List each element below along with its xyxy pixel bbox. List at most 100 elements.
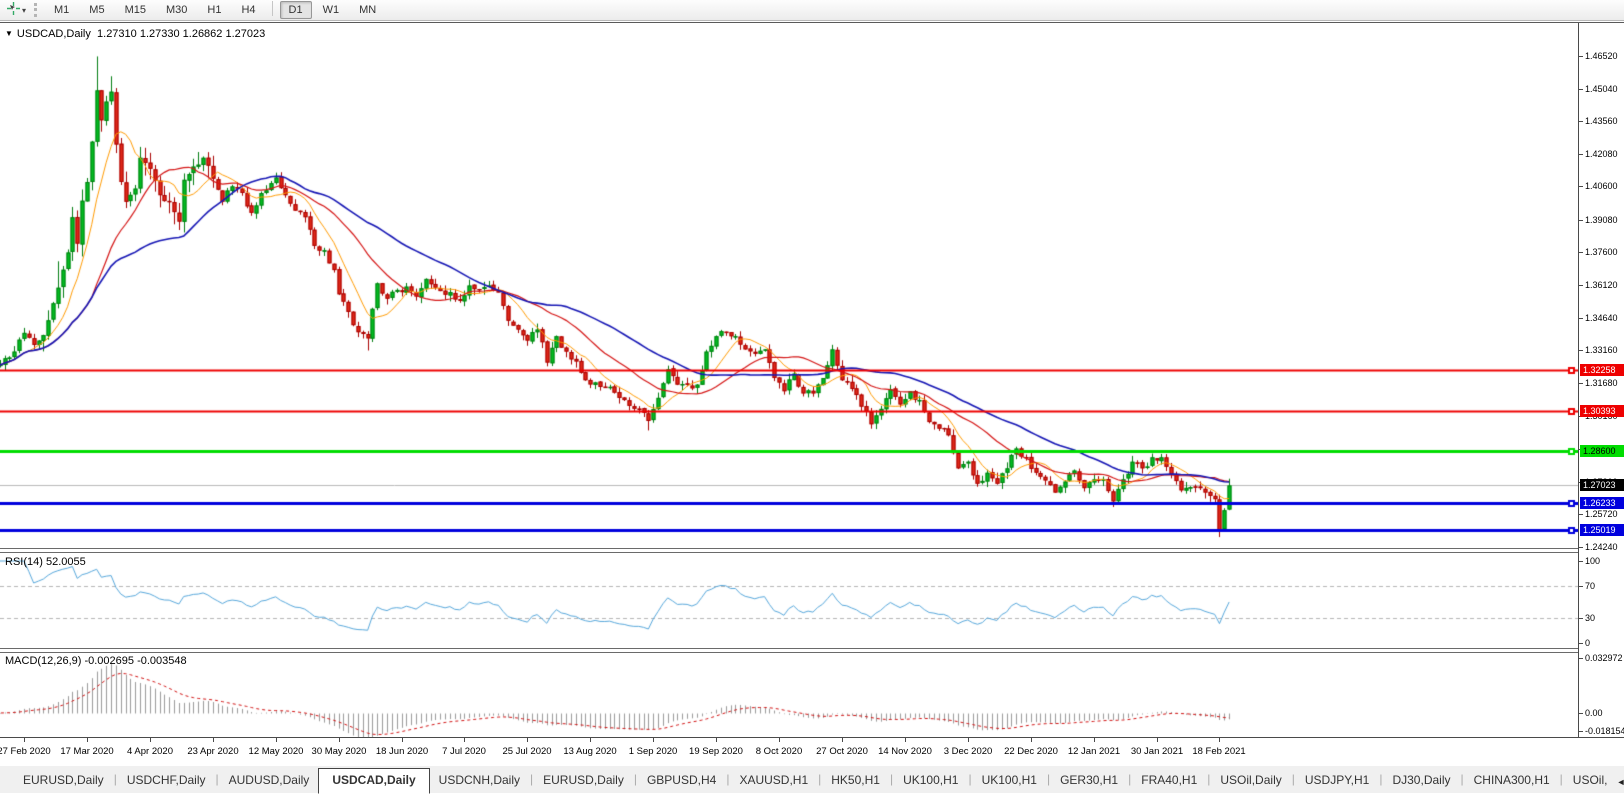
tab-scroll-left-icon[interactable]: ◄ <box>1616 777 1624 787</box>
cursor-tool-button[interactable]: ▾ <box>4 1 29 19</box>
chart-tab-dj30-daily[interactable]: DJ30,Daily <box>1383 769 1459 793</box>
axis-tick <box>1579 586 1583 587</box>
chart-tab-china300-h1[interactable]: CHINA300,H1 <box>1465 769 1559 793</box>
axis-tick <box>1579 186 1583 187</box>
date-tick <box>213 738 214 742</box>
date-tick <box>24 738 25 742</box>
chart-tab-usdchf-daily[interactable]: USDCHF,Daily <box>118 769 215 793</box>
axis-tick <box>1579 514 1583 515</box>
cursor-tool-dropdown-icon[interactable]: ▾ <box>22 6 26 15</box>
toolbar-separator <box>272 1 273 16</box>
toolbar-grip[interactable] <box>34 3 37 17</box>
hline-price-tag: 1.30393 <box>1580 405 1624 417</box>
macd-axis-label: -0.018154 <box>1585 726 1624 736</box>
price-axis-label: 1.42080 <box>1585 149 1618 159</box>
chart-tab-uk100-h1[interactable]: UK100,H1 <box>973 769 1046 793</box>
chart-tab-ger30-h1[interactable]: GER30,H1 <box>1051 769 1127 793</box>
axis-tick <box>1579 547 1583 548</box>
price-axis-label: 1.34640 <box>1585 313 1618 323</box>
axis-tick <box>1579 383 1583 384</box>
date-axis-label: 18 Jun 2020 <box>376 746 428 757</box>
chart-tab-gbpusd-h4[interactable]: GBPUSD,H4 <box>638 769 725 793</box>
date-tick <box>1219 738 1220 742</box>
hline-price-tag: 1.26233 <box>1580 497 1624 509</box>
axis-tick <box>1579 731 1583 732</box>
window-expand-icon[interactable]: ▼ <box>5 29 13 38</box>
price-axis[interactable]: 1.465201.450401.435601.420801.406001.390… <box>1578 23 1624 737</box>
date-tick <box>653 738 654 742</box>
price-axis-label: 1.37600 <box>1585 247 1618 257</box>
date-tick <box>779 738 780 742</box>
chart-tab-usdjpy-h1[interactable]: USDJPY,H1 <box>1296 769 1378 793</box>
date-tick <box>276 738 277 742</box>
date-tick <box>527 738 528 742</box>
date-axis-label: 13 Aug 2020 <box>563 746 616 757</box>
date-tick <box>1031 738 1032 742</box>
timeframe-button-m15[interactable]: M15 <box>116 1 155 19</box>
date-axis-label: 25 Jul 2020 <box>502 746 551 757</box>
date-tick <box>339 738 340 742</box>
chart-tab-usdcnh-daily[interactable]: USDCNH,Daily <box>430 769 529 793</box>
main-price-chart-canvas[interactable] <box>0 23 1578 548</box>
timeframe-button-w1[interactable]: W1 <box>314 1 349 19</box>
timeframe-button-m30[interactable]: M30 <box>157 1 196 19</box>
macd-axis-label: 0.032972 <box>1585 653 1623 663</box>
date-axis-label: 3 Dec 2020 <box>944 746 993 757</box>
chart-tab-eurusd-daily[interactable]: EURUSD,Daily <box>534 769 633 793</box>
date-axis-label: 18 Feb 2021 <box>1192 746 1245 757</box>
axis-tick <box>1579 643 1583 644</box>
chart-tab-xauusd-h1[interactable]: XAUUSD,H1 <box>730 769 817 793</box>
timeframe-button-h4[interactable]: H4 <box>232 1 264 19</box>
timeframe-button-h1[interactable]: H1 <box>198 1 230 19</box>
axis-tick <box>1579 89 1583 90</box>
price-axis-label: 1.24240 <box>1585 542 1618 552</box>
date-tick <box>968 738 969 742</box>
macd-label: MACD(12,26,9) -0.002695 -0.003548 <box>5 655 187 667</box>
date-axis-label: 4 Apr 2020 <box>127 746 173 757</box>
chart-tab-usoil-daily[interactable]: USOil,Daily <box>1211 769 1290 793</box>
macd-axis-label: 0.00 <box>1585 708 1603 718</box>
panel-divider-macd[interactable] <box>0 648 1578 653</box>
axis-tick <box>1579 618 1583 619</box>
rsi-axis-label: 0 <box>1585 638 1590 648</box>
timeframe-button-d1[interactable]: D1 <box>280 1 312 19</box>
date-tick <box>1157 738 1158 742</box>
price-axis-label: 1.45040 <box>1585 84 1618 94</box>
chart-symbol: USDCAD,Daily <box>17 28 91 40</box>
rsi-axis-label: 100 <box>1585 556 1600 566</box>
chart-tab-fra40-h1[interactable]: FRA40,H1 <box>1132 769 1206 793</box>
timeframe-button-m1[interactable]: M1 <box>45 1 78 19</box>
date-tick <box>716 738 717 742</box>
date-axis-label: 22 Dec 2020 <box>1004 746 1058 757</box>
axis-tick <box>1579 713 1583 714</box>
chart-tab-uk100-h1[interactable]: UK100,H1 <box>894 769 967 793</box>
date-axis[interactable]: 27 Feb 202017 Mar 20204 Apr 202023 Apr 2… <box>0 737 1624 766</box>
date-tick <box>150 738 151 742</box>
chart-tab-eurusd-daily[interactable]: EURUSD,Daily <box>14 769 113 793</box>
timeframe-button-m5[interactable]: M5 <box>80 1 113 19</box>
date-axis-label: 19 Sep 2020 <box>689 746 743 757</box>
chart-ohlc-values: 1.27310 1.27330 1.26862 1.27023 <box>97 28 265 40</box>
chart-tab-usdcad-daily[interactable]: USDCAD,Daily <box>318 768 429 794</box>
date-axis-label: 8 Oct 2020 <box>756 746 802 757</box>
date-axis-label: 12 Jan 2021 <box>1068 746 1120 757</box>
tab-scroll-controls: ◄► <box>1616 777 1624 793</box>
rsi-indicator-canvas[interactable] <box>0 553 1578 648</box>
date-tick <box>905 738 906 742</box>
price-axis-label: 1.40600 <box>1585 181 1618 191</box>
chart-tab-usoil-[interactable]: USOil, <box>1564 769 1617 793</box>
chart-cursor-icon <box>7 2 20 18</box>
rsi-axis-label: 70 <box>1585 581 1595 591</box>
rsi-axis-label: 30 <box>1585 613 1595 623</box>
date-axis-label: 12 May 2020 <box>249 746 304 757</box>
timeframe-button-mn[interactable]: MN <box>350 1 385 19</box>
current-price-tag: 1.27023 <box>1580 479 1624 491</box>
price-axis-label: 1.25720 <box>1585 509 1618 519</box>
panel-divider-rsi[interactable] <box>0 548 1578 553</box>
chart-tab-hk50-h1[interactable]: HK50,H1 <box>822 769 889 793</box>
hline-price-tag: 1.28600 <box>1580 445 1624 457</box>
macd-indicator-canvas[interactable] <box>0 653 1578 737</box>
chart-tab-audusd-daily[interactable]: AUDUSD,Daily <box>220 769 319 793</box>
axis-tick <box>1579 318 1583 319</box>
axis-tick <box>1579 285 1583 286</box>
